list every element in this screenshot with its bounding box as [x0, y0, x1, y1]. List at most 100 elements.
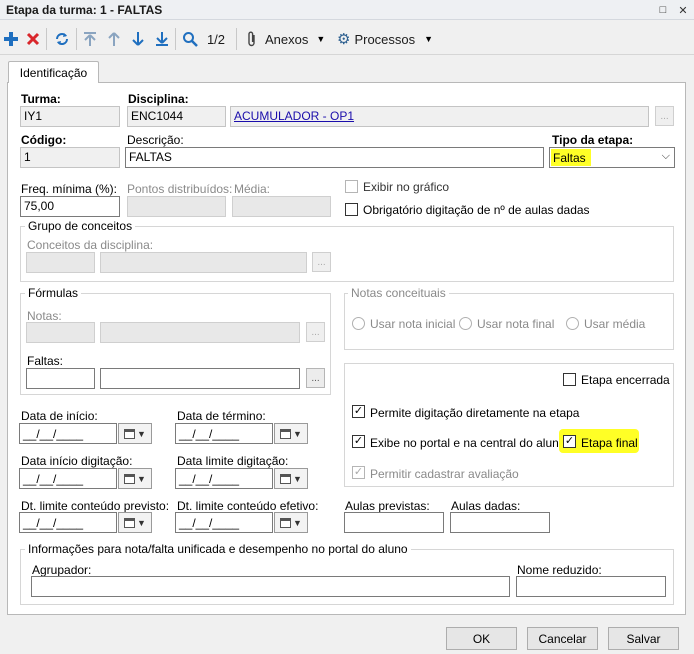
conceitos-label: Conceitos da disciplina: — [27, 238, 154, 252]
delete-icon[interactable] — [24, 29, 42, 49]
calendar-icon — [280, 517, 292, 528]
info-unificada-title: Informações para nota/falta unificada e … — [25, 542, 411, 556]
exibe-portal-label: Exibe no portal e na central do aluno — [370, 436, 566, 450]
dt-limite-previsto-calendar-button[interactable]: ▼ — [118, 512, 152, 533]
dt-limite-efetivo-label: Dt. limite conteúdo efetivo: — [177, 499, 319, 513]
exibe-portal-checkbox[interactable]: ✓ — [352, 435, 365, 448]
calendar-icon — [124, 428, 136, 439]
toolbar-separator — [76, 28, 77, 50]
exibir-grafico-checkbox — [345, 180, 358, 193]
nome-reduzido-field[interactable] — [516, 576, 666, 597]
permite-digitacao-checkbox[interactable]: ✓ — [352, 405, 365, 418]
data-termino-label: Data de término: — [177, 409, 266, 423]
search-icon[interactable] — [180, 29, 200, 49]
usar-media-radio — [566, 317, 579, 330]
obrigatorio-checkbox[interactable] — [345, 203, 358, 216]
anexos-label: Anexos — [265, 31, 309, 47]
toolbar-separator — [236, 28, 237, 50]
notas-conceituais-title: Notas conceituais — [348, 286, 449, 300]
tab-identificacao[interactable]: Identificação — [8, 61, 99, 83]
media-field — [232, 196, 331, 217]
faltas-label: Faltas: — [27, 354, 64, 368]
toolbar: 1/2 Anexos ▼ ⚙ Processos ▼ — [0, 21, 694, 55]
restore-icon[interactable]: □ — [655, 2, 671, 18]
etapa-final-checkbox[interactable]: ✓ — [563, 435, 576, 448]
chevron-down-icon: ▼ — [316, 34, 326, 44]
next-icon[interactable] — [128, 29, 148, 49]
formulas-title: Fórmulas — [25, 286, 82, 300]
add-icon[interactable] — [2, 29, 20, 49]
last-icon[interactable] — [152, 29, 172, 49]
turma-label: Turma: — [21, 92, 61, 106]
data-inicio-calendar-button[interactable]: ▼ — [118, 423, 152, 444]
data-limite-digitacao-label: Data limite digitação: — [177, 454, 289, 468]
disciplina-name-link[interactable]: ACUMULADOR - OP1 — [230, 106, 649, 127]
exibir-grafico-label: Exibir no gráfico — [363, 180, 450, 194]
salvar-button[interactable]: Salvar — [608, 627, 679, 650]
previous-icon[interactable] — [104, 29, 124, 49]
calendar-icon — [124, 473, 136, 484]
processos-label: Processos — [354, 31, 416, 47]
calendar-icon — [280, 428, 292, 439]
aulas-previstas-label: Aulas previstas: — [345, 499, 430, 513]
data-limite-digitacao-field[interactable]: __/__/____ — [175, 468, 273, 489]
tipo-etapa-select[interactable]: Faltas ⌵ — [549, 147, 675, 168]
usar-media-label: Usar média — [584, 317, 646, 331]
permite-digitacao-label: Permite digitação diretamente na etapa — [370, 406, 580, 420]
freq-minima-label: Freq. mínima (%): — [21, 182, 118, 196]
anexos-menu[interactable]: Anexos ▼ — [246, 29, 326, 49]
data-inicio-digitacao-field[interactable]: __/__/____ — [19, 468, 117, 489]
pager-text: 1/2 — [206, 31, 226, 47]
codigo-field[interactable]: 1 — [20, 147, 120, 168]
dt-limite-efetivo-calendar-button[interactable]: ▼ — [274, 512, 308, 533]
permitir-avaliacao-label: Permitir cadastrar avaliação — [370, 467, 519, 481]
pontos-label: Pontos distribuídos: — [127, 182, 233, 196]
data-inicio-digitacao-calendar-button[interactable]: ▼ — [118, 468, 152, 489]
data-termino-field[interactable]: __/__/____ — [175, 423, 273, 444]
etapa-encerrada-checkbox[interactable] — [563, 373, 576, 386]
dt-limite-previsto-field[interactable]: __/__/____ — [19, 512, 117, 533]
obrigatorio-label: Obrigatório digitação de nº de aulas dad… — [363, 203, 590, 217]
close-icon[interactable]: ✕ — [675, 2, 691, 18]
faltas-name-field[interactable] — [100, 368, 300, 389]
first-icon[interactable] — [80, 29, 100, 49]
data-limite-digitacao-calendar-button[interactable]: ▼ — [274, 468, 308, 489]
turma-field[interactable]: IY1 — [20, 106, 120, 127]
data-inicio-field[interactable]: __/__/____ — [19, 423, 117, 444]
chevron-down-icon: ▼ — [424, 34, 434, 44]
disciplina-label: Disciplina: — [128, 92, 189, 106]
aulas-dadas-field[interactable] — [450, 512, 550, 533]
faltas-lookup-button[interactable]: ... — [306, 368, 325, 388]
grupo-conceitos-title: Grupo de conceitos — [25, 219, 136, 233]
data-termino-calendar-button[interactable]: ▼ — [274, 423, 308, 444]
refresh-icon[interactable] — [52, 29, 72, 49]
codigo-label: Código: — [21, 133, 67, 147]
descricao-field[interactable]: FALTAS — [125, 147, 544, 168]
processos-menu[interactable]: ⚙ Processos ▼ — [337, 29, 437, 49]
etapa-final-label: Etapa final — [581, 436, 638, 450]
cancelar-button[interactable]: Cancelar — [527, 627, 598, 650]
disciplina-code-field[interactable]: ENC1044 — [127, 106, 226, 127]
aulas-previstas-field[interactable] — [344, 512, 444, 533]
faltas-code-field[interactable] — [26, 368, 95, 389]
calendar-icon — [124, 517, 136, 528]
tipo-etapa-value: Faltas — [551, 149, 591, 166]
usar-nota-final-label: Usar nota final — [477, 317, 555, 331]
window-title: Etapa da turma: 1 - FALTAS — [6, 3, 163, 17]
disciplina-lookup-button[interactable]: ... — [655, 106, 674, 126]
conceitos-name-field — [100, 252, 307, 273]
toolbar-separator — [175, 28, 176, 50]
agrupador-field[interactable] — [31, 576, 510, 597]
dt-limite-efetivo-field[interactable]: __/__/____ — [175, 512, 273, 533]
data-inicio-label: Data de início: — [21, 409, 98, 423]
calendar-icon — [280, 473, 292, 484]
notas-label: Notas: — [27, 309, 62, 323]
notas-code-field — [26, 322, 95, 343]
media-label: Média: — [234, 182, 271, 196]
notas-lookup-button: ... — [306, 322, 325, 342]
title-bar: Etapa da turma: 1 - FALTAS □ ✕ — [0, 0, 694, 20]
freq-minima-field[interactable]: 75,00 — [20, 196, 120, 217]
usar-nota-inicial-label: Usar nota inicial — [370, 317, 456, 331]
ok-button[interactable]: OK — [446, 627, 517, 650]
paperclip-icon — [248, 31, 255, 47]
